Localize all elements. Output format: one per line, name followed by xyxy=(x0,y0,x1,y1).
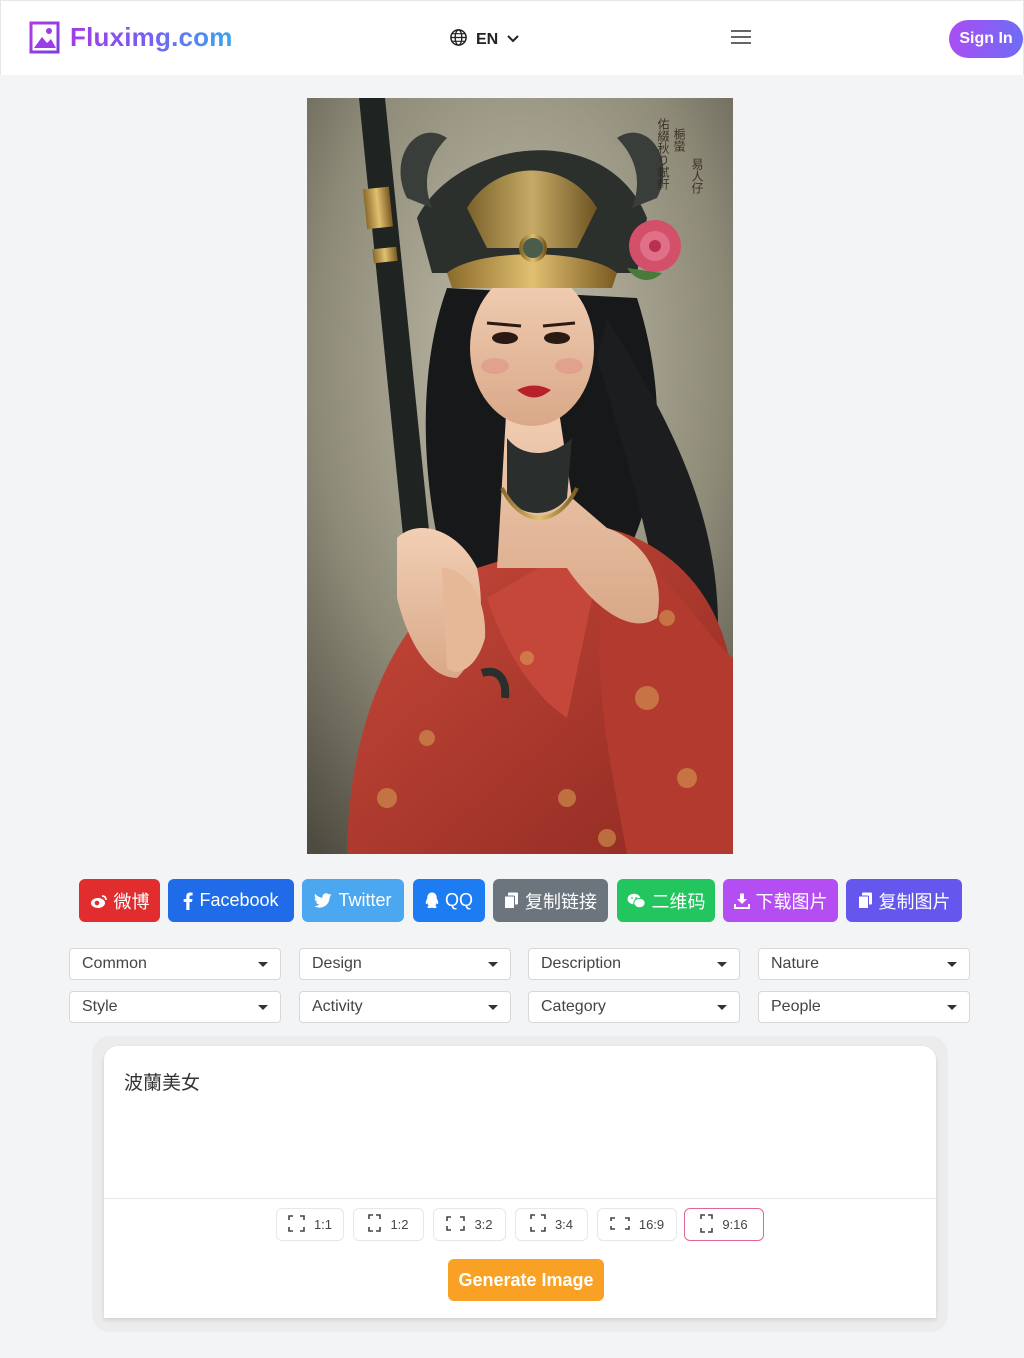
copy-link-button[interactable]: 复制链接 xyxy=(493,879,608,922)
logo-text: Fluximg.com xyxy=(70,22,233,52)
ratio-label: 9:16 xyxy=(722,1217,748,1232)
twitter-label: Twitter xyxy=(338,890,392,910)
dropdown-label: Description xyxy=(541,955,622,972)
aspect-ratio-icon xyxy=(288,1214,305,1235)
qq-icon xyxy=(425,892,439,909)
aspect-ratio-icon xyxy=(446,1215,466,1234)
share-buttons: 微博 Facebook Twitter QQ 复制链接 二维码 下载图片 复制图… xyxy=(0,879,1024,922)
prompt-input[interactable]: 波蘭美女 xyxy=(122,1066,916,1190)
filter-category-dropdown[interactable]: Category xyxy=(528,991,740,1023)
aspect-ratio-icon xyxy=(530,1214,546,1235)
dropdown-label: Nature xyxy=(771,955,820,972)
copy-image-button[interactable]: 复制图片 xyxy=(846,879,962,922)
filter-design-dropdown[interactable]: Design xyxy=(299,948,511,980)
image-logo-icon xyxy=(29,21,60,54)
generate-image-button[interactable]: Generate Image xyxy=(448,1259,604,1301)
language-label: EN xyxy=(476,31,499,48)
svg-text:梔蠻: 梔蠻 xyxy=(672,128,686,153)
ratio-label: 3:4 xyxy=(554,1217,574,1232)
language-selector[interactable]: EN xyxy=(449,28,520,52)
dropdown-label: Style xyxy=(82,998,118,1015)
copy-icon xyxy=(504,892,519,909)
ratio-16-9-button[interactable]: 16:9 xyxy=(597,1208,677,1241)
caret-down-icon xyxy=(717,961,727,967)
twitter-share-button[interactable]: Twitter xyxy=(302,879,404,922)
top-navbar: Fluximg.com EN Sign In xyxy=(0,0,1024,75)
qq-label: QQ xyxy=(444,890,473,910)
ratio-1-1-button[interactable]: 1:1 xyxy=(276,1208,344,1241)
qrcode-button[interactable]: 二维码 xyxy=(617,879,715,922)
caret-down-icon xyxy=(258,961,268,967)
dropdown-label: Category xyxy=(541,998,606,1015)
copy-link-label: 复制链接 xyxy=(525,891,597,912)
chevron-down-icon xyxy=(506,31,520,49)
dropdown-label: People xyxy=(771,998,821,1015)
ratio-3-2-button[interactable]: 3:2 xyxy=(433,1208,506,1241)
ratio-3-4-button[interactable]: 3:4 xyxy=(515,1208,588,1241)
caret-down-icon xyxy=(488,1004,498,1010)
filter-common-dropdown[interactable]: Common xyxy=(69,948,281,980)
ratio-label: 1:2 xyxy=(390,1217,409,1232)
download-image-button[interactable]: 下载图片 xyxy=(723,879,838,922)
filter-nature-dropdown[interactable]: Nature xyxy=(758,948,970,980)
hamburger-menu-icon[interactable] xyxy=(731,29,751,50)
svg-text:佑綴秋り軾軒: 佑綴秋り軾軒 xyxy=(656,118,670,191)
ratio-label: 1:1 xyxy=(313,1217,333,1232)
weibo-share-button[interactable]: 微博 xyxy=(79,879,160,922)
ratio-label: 3:2 xyxy=(474,1217,493,1232)
weibo-label: 微博 xyxy=(113,891,150,912)
globe-icon xyxy=(449,28,468,52)
weibo-icon xyxy=(90,893,108,909)
filter-description-dropdown[interactable]: Description xyxy=(528,948,740,980)
caret-down-icon xyxy=(488,961,498,967)
qrcode-label: 二维码 xyxy=(651,891,706,912)
caret-down-icon xyxy=(947,1004,957,1010)
filter-style-dropdown[interactable]: Style xyxy=(69,991,281,1023)
download-icon xyxy=(733,893,750,909)
qq-share-button[interactable]: QQ xyxy=(413,879,485,922)
site-logo[interactable]: Fluximg.com xyxy=(29,21,233,54)
download-label: 下载图片 xyxy=(755,891,828,912)
filter-people-dropdown[interactable]: People xyxy=(758,991,970,1023)
dropdown-label: Common xyxy=(82,955,147,972)
facebook-label: Facebook xyxy=(199,890,279,910)
dropdown-label: Design xyxy=(312,955,362,972)
aspect-ratio-icon xyxy=(610,1216,630,1233)
aspect-ratio-icon xyxy=(368,1214,382,1235)
facebook-icon xyxy=(183,892,194,910)
svg-text:易人仔: 易人仔 xyxy=(690,158,704,194)
twitter-icon xyxy=(314,893,332,908)
sign-in-button[interactable]: Sign In xyxy=(949,20,1023,58)
caret-down-icon xyxy=(717,1004,727,1010)
wechat-icon xyxy=(627,893,646,909)
filter-activity-dropdown[interactable]: Activity xyxy=(299,991,511,1023)
ratio-1-2-button[interactable]: 1:2 xyxy=(353,1208,424,1241)
caret-down-icon xyxy=(258,1004,268,1010)
dropdown-label: Activity xyxy=(312,998,363,1015)
copy-image-label: 复制图片 xyxy=(878,891,951,912)
copy-icon xyxy=(857,892,873,909)
ratio-9-16-button[interactable]: 9:16 xyxy=(684,1208,764,1241)
ratio-label: 16:9 xyxy=(638,1217,665,1232)
prompt-card: 波蘭美女 1:1 1:2 3:2 3:4 16:9 9:16 Generate … xyxy=(104,1046,936,1318)
caret-down-icon xyxy=(947,961,957,967)
aspect-ratio-icon xyxy=(700,1213,714,1236)
generated-image[interactable]: 梔蠻 易人仔 佑綴秋り軾軒 xyxy=(307,98,733,854)
divider xyxy=(104,1198,936,1199)
facebook-share-button[interactable]: Facebook xyxy=(168,879,294,922)
